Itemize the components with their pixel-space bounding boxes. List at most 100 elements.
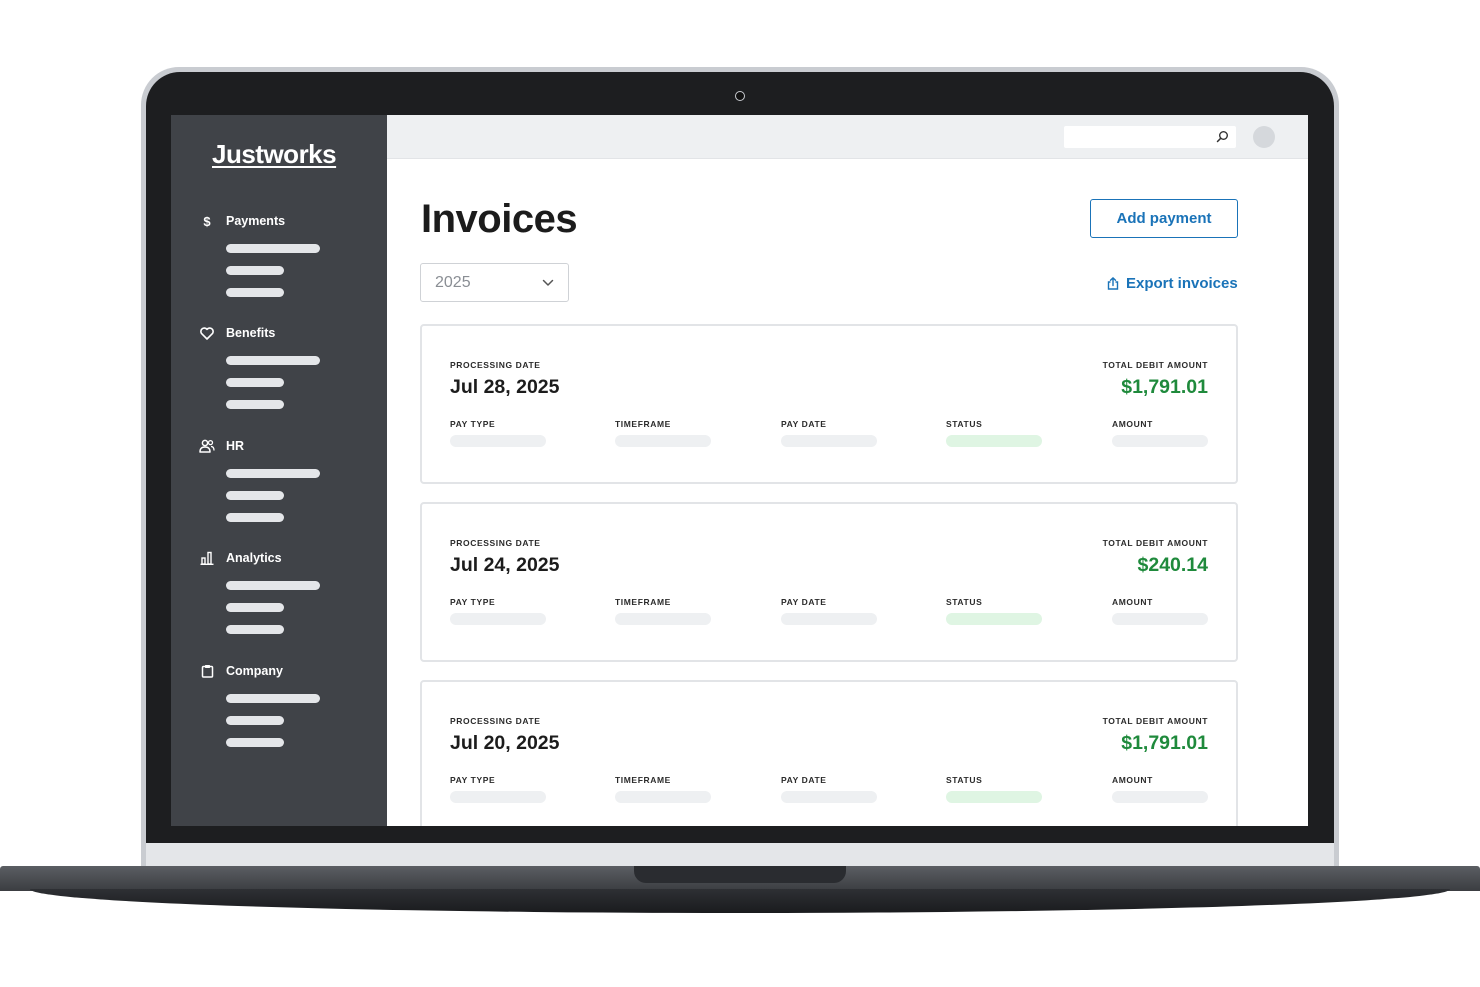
sidebar-item-company[interactable]: Company [199,663,369,679]
add-payment-button[interactable]: Add payment [1090,199,1238,238]
processing-date-label: PROCESSING DATE [450,538,541,548]
sidebar-section-hr: HR [199,438,369,522]
processing-date-value: Jul 28, 2025 [450,376,560,398]
sidebar-item-label: Payments [226,214,286,228]
total-debit-amount-value: $240.14 [1137,554,1209,576]
year-select[interactable]: 2025 [420,263,569,302]
invoice-card[interactable]: PROCESSING DATE TOTAL DEBIT AMOUNT Jul 2… [420,502,1238,662]
avatar[interactable] [1253,126,1275,148]
timeframe-label: TIMEFRAME [615,597,671,607]
pay-type-label: PAY TYPE [450,419,496,429]
pay-date-label: PAY DATE [781,419,827,429]
top-bar [387,115,1308,159]
sidebar: Justworks $ Payments Benefits HR Analyti… [171,115,387,826]
amount-label: AMOUNT [1112,419,1153,429]
pay-type-label: PAY TYPE [450,597,496,607]
search-input[interactable] [1064,126,1236,148]
invoice-card[interactable]: PROCESSING DATE TOTAL DEBIT AMOUNT Jul 2… [420,680,1238,826]
pay-date-label: PAY DATE [781,597,827,607]
sidebar-item-label: Company [226,664,283,678]
sidebar-subitem-placeholder[interactable] [226,603,284,612]
sidebar-subitem-placeholder[interactable] [226,625,284,634]
processing-date-label: PROCESSING DATE [450,716,541,726]
sidebar-subitem-placeholder[interactable] [226,244,320,253]
pay-date-placeholder [781,613,877,625]
sidebar-section-benefits: Benefits [199,325,369,409]
total-debit-amount-label: TOTAL DEBIT AMOUNT [1102,538,1208,548]
status-label: STATUS [946,419,983,429]
sidebar-item-hr[interactable]: HR [199,438,369,454]
sidebar-subitem-placeholder[interactable] [226,716,284,725]
sidebar-subitem-placeholder[interactable] [226,491,284,500]
pay-date-placeholder [781,791,877,803]
pay-type-placeholder [450,791,546,803]
amount-placeholder [1112,435,1208,447]
chevron-down-icon [542,274,554,292]
clipboard-icon [199,663,215,679]
amount-placeholder [1112,613,1208,625]
sidebar-subitem-placeholder[interactable] [226,581,320,590]
sidebar-section-company: Company [199,663,369,747]
dollar-icon: $ [199,213,215,229]
sidebar-item-analytics[interactable]: Analytics [199,550,369,566]
amount-placeholder [1112,791,1208,803]
sidebar-subitem-placeholder[interactable] [226,266,284,275]
processing-date-value: Jul 24, 2025 [450,554,560,576]
pay-type-placeholder [450,435,546,447]
amount-label: AMOUNT [1112,597,1153,607]
share-export-icon [1107,276,1119,290]
svg-text:$: $ [203,214,211,228]
total-debit-amount-label: TOTAL DEBIT AMOUNT [1102,360,1208,370]
sidebar-item-benefits[interactable]: Benefits [199,325,369,341]
laptop-base-bottom [30,889,1450,913]
sidebar-subitem-placeholder[interactable] [226,288,284,297]
timeframe-label: TIMEFRAME [615,419,671,429]
sidebar-subitem-placeholder[interactable] [226,356,320,365]
people-icon [199,438,215,454]
sidebar-section-analytics: Analytics [199,550,369,634]
laptop-chin [146,843,1334,867]
sidebar-item-label: Benefits [226,326,276,340]
app-screen: Justworks $ Payments Benefits HR Analyti… [171,115,1308,826]
timeframe-label: TIMEFRAME [615,775,671,785]
pay-date-label: PAY DATE [781,775,827,785]
sidebar-subitem-placeholder[interactable] [226,469,320,478]
laptop-notch [634,866,846,883]
year-select-value: 2025 [435,273,471,291]
sidebar-item-label: Analytics [226,551,282,565]
total-debit-amount-value: $1,791.01 [1121,732,1208,754]
pay-date-placeholder [781,435,877,447]
justworks-logo[interactable]: Justworks [212,139,337,170]
status-label: STATUS [946,597,983,607]
sidebar-subitem-placeholder[interactable] [226,400,284,409]
status-label: STATUS [946,775,983,785]
page-title: Invoices [421,197,578,241]
status-badge [946,613,1042,625]
processing-date-label: PROCESSING DATE [450,360,541,370]
export-invoices-label: Export invoices [1126,274,1238,292]
pay-type-label: PAY TYPE [450,775,496,785]
total-debit-amount-label: TOTAL DEBIT AMOUNT [1102,716,1208,726]
status-badge [946,435,1042,447]
export-invoices-link[interactable]: Export invoices [1107,273,1238,293]
heart-icon [199,325,215,341]
search-icon[interactable] [1216,130,1229,148]
bar-chart-icon [199,550,215,566]
timeframe-placeholder [615,613,711,625]
amount-label: AMOUNT [1112,775,1153,785]
sidebar-section-payments: $ Payments [199,213,369,297]
timeframe-placeholder [615,435,711,447]
camera-icon [735,91,745,101]
status-badge [946,791,1042,803]
total-debit-amount-value: $1,791.01 [1121,376,1208,398]
sidebar-subitem-placeholder[interactable] [226,694,320,703]
processing-date-value: Jul 20, 2025 [450,732,560,754]
timeframe-placeholder [615,791,711,803]
sidebar-item-label: HR [226,439,245,453]
sidebar-subitem-placeholder[interactable] [226,738,284,747]
sidebar-subitem-placeholder[interactable] [226,513,284,522]
sidebar-subitem-placeholder[interactable] [226,378,284,387]
invoice-card[interactable]: PROCESSING DATE TOTAL DEBIT AMOUNT Jul 2… [420,324,1238,484]
pay-type-placeholder [450,613,546,625]
sidebar-item-payments[interactable]: $ Payments [199,213,369,229]
